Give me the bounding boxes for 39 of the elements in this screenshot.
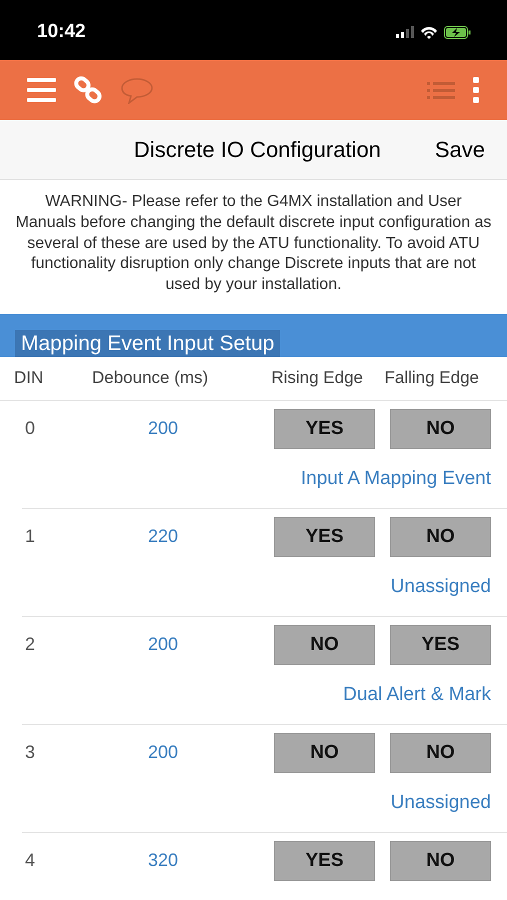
battery-icon <box>444 26 471 38</box>
save-link[interactable]: Save <box>434 136 485 162</box>
chain-link-icon[interactable] <box>74 76 103 104</box>
falling-edge-button[interactable]: NO <box>390 408 491 449</box>
more-options-icon[interactable] <box>473 77 479 103</box>
clock: 10:42 <box>37 21 86 43</box>
falling-edge-button[interactable]: NO <box>390 732 491 773</box>
assignment-link[interactable]: Input A Mapping Event <box>25 468 491 490</box>
assignment-link[interactable]: Unassigned <box>25 792 491 814</box>
menu-icon[interactable] <box>27 78 56 102</box>
debounce-value[interactable]: 220 <box>99 526 227 548</box>
din-number: 2 <box>25 634 36 656</box>
debounce-value[interactable]: 200 <box>99 742 227 764</box>
debounce-value[interactable]: 200 <box>99 418 227 440</box>
assignment-link[interactable]: Dual Alert & Mark <box>25 684 491 706</box>
column-header: Rising Edge <box>270 368 363 388</box>
column-header: DIN <box>14 368 44 388</box>
rising-edge-button[interactable]: YES <box>274 840 375 881</box>
din-number: 4 <box>25 850 36 872</box>
rising-edge-button[interactable]: YES <box>274 516 375 557</box>
column-header: Debounce (ms) <box>91 368 210 388</box>
rising-edge-button[interactable]: NO <box>274 732 375 773</box>
rising-edge-button[interactable]: YES <box>274 408 375 449</box>
rising-edge-button[interactable]: NO <box>274 624 375 665</box>
wifi-icon <box>420 26 438 38</box>
column-header: Falling Edge <box>383 368 479 388</box>
din-number: 0 <box>25 418 36 440</box>
falling-edge-button[interactable]: NO <box>390 516 491 557</box>
falling-edge-button[interactable]: NO <box>390 840 491 881</box>
warning-message: WARNING- Please refer to the G4MX installation and User Manuals before changing the default discrete input configuration as several of these are used by the ATU functionality. To avoid ATU functionality disruption only change Discrete inputs that are not used by your installation. <box>14 192 492 296</box>
debounce-value[interactable]: 200 <box>99 634 227 656</box>
falling-edge-button[interactable]: YES <box>390 624 491 665</box>
din-number: 1 <box>25 526 36 548</box>
din-number: 3 <box>25 742 36 764</box>
page-title: Discrete IO Configuration <box>132 136 382 162</box>
section-title: Mapping Event Input Setup <box>15 330 280 357</box>
debounce-value[interactable]: 320 <box>99 850 227 872</box>
assignment-link[interactable]: Unassigned <box>25 576 491 598</box>
signal-icon <box>396 26 414 38</box>
